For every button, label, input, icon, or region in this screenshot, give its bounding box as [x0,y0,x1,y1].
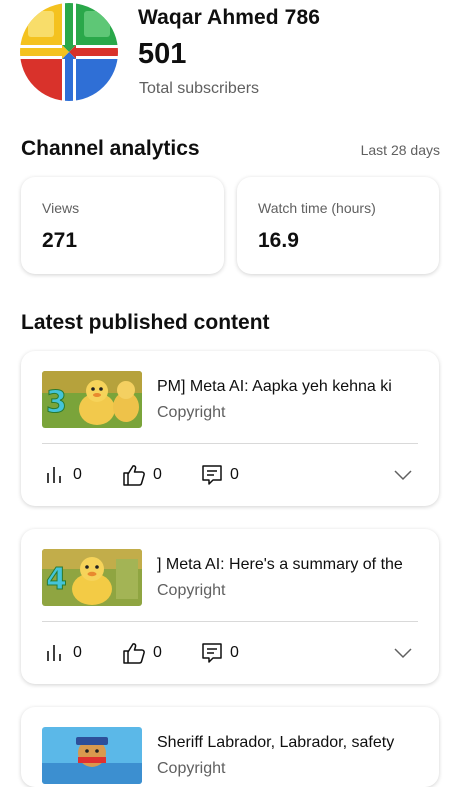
chevron-down-icon [394,648,412,659]
expand-button[interactable] [394,646,412,664]
video-thumbnail[interactable]: 3 [42,371,142,428]
thumbs-up-icon [123,465,145,486]
video-title[interactable]: ] Meta AI: Here's a summary of the [157,556,419,574]
expand-button[interactable] [394,468,412,486]
likes-metric: 0 [122,642,162,664]
views-metric: 0 [46,464,82,486]
divider [42,443,418,444]
comment-icon [202,465,222,485]
channel-avatar[interactable] [20,3,118,101]
likes-count: 0 [153,644,162,661]
views-count: 0 [73,466,82,483]
video-thumbnail[interactable]: 4 [42,549,142,606]
thumbnail-image: 4 [42,549,142,606]
divider [42,621,418,622]
date-range-label: Last 28 days [360,142,440,158]
views-value: 271 [42,229,78,252]
bar-chart-icon [47,467,61,483]
views-count: 0 [73,644,82,661]
thumbnail-image: 3 [42,371,142,428]
latest-content-title: Latest published content [21,311,270,334]
content-card[interactable]: 3 PM] Meta AI: Aapka yeh kehna ki Copyri… [21,351,439,506]
analytics-title: Channel analytics [21,137,200,160]
subscriber-count: 501 [138,38,187,70]
views-card[interactable]: Views 271 [21,177,224,274]
comments-metric: 0 [201,464,239,486]
views-label: Views [42,200,80,216]
video-status: Copyright [157,582,226,599]
content-card[interactable]: Sheriff Labrador, Labrador, safety Copyr… [21,707,439,787]
channel-name: Waqar Ahmed 786 [138,6,320,29]
comments-count: 0 [230,644,239,661]
video-status: Copyright [157,760,226,777]
thumbs-up-icon [123,643,145,664]
watch-time-label: Watch time (hours) [258,200,376,216]
watch-time-value: 16.9 [258,229,299,252]
bar-chart-icon [47,645,61,661]
comments-count: 0 [230,466,239,483]
comments-metric: 0 [201,642,239,664]
views-metric: 0 [46,642,82,664]
thumbnail-number: 4 [46,562,67,597]
video-title[interactable]: Sheriff Labrador, Labrador, safety [157,734,419,752]
video-title[interactable]: PM] Meta AI: Aapka yeh kehna ki [157,378,419,396]
video-status: Copyright [157,404,226,421]
watch-time-card[interactable]: Watch time (hours) 16.9 [237,177,439,274]
likes-metric: 0 [122,464,162,486]
subscriber-label: Total subscribers [139,80,260,97]
video-thumbnail[interactable] [42,727,142,784]
channel-header: Waqar Ahmed 786 501 Total subscribers [0,0,461,110]
ludo-board-image [20,3,118,101]
comment-icon [202,643,222,663]
likes-count: 0 [153,466,162,483]
thumbnail-number: 3 [46,385,67,420]
content-card[interactable]: 4 ] Meta AI: Here's a summary of the Cop… [21,529,439,684]
chevron-down-icon [394,470,412,481]
thumbnail-image [42,727,142,784]
